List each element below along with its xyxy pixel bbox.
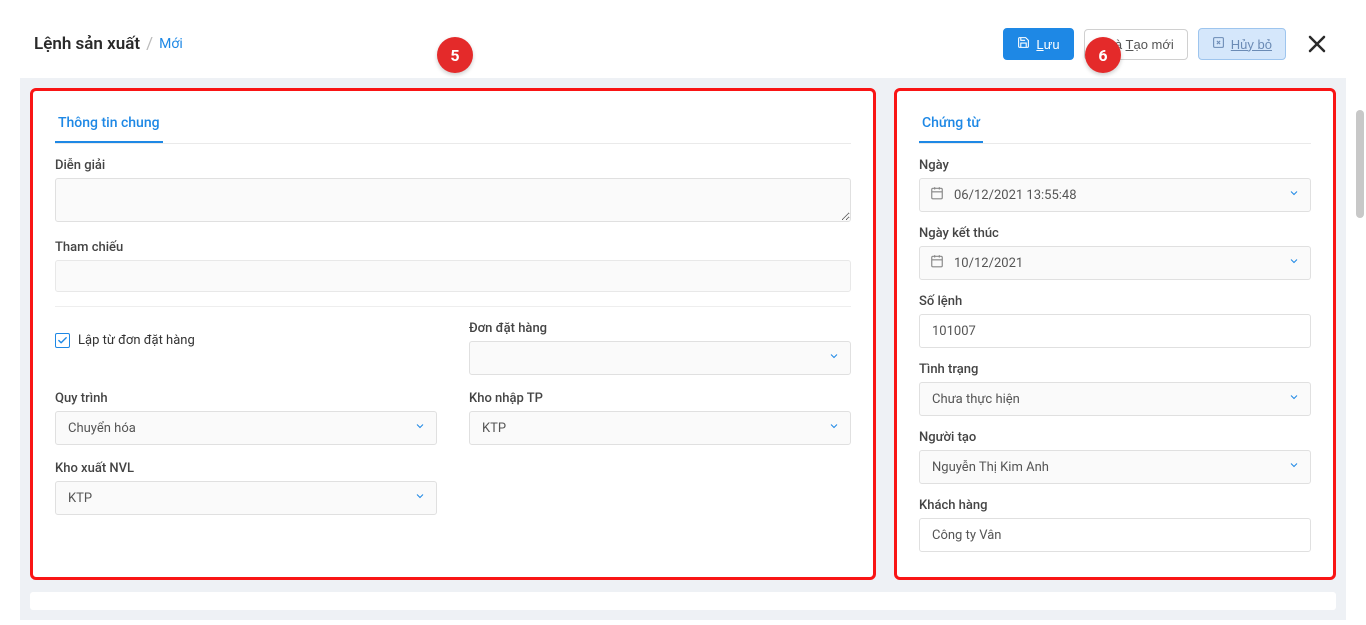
chevron-down-icon [414, 420, 426, 436]
chevron-down-icon [1288, 459, 1300, 475]
body: Thông tin chung Diễn giải Tham chiếu [20, 78, 1346, 620]
save-label: ưu [1044, 37, 1060, 52]
breadcrumb-current: Mới [159, 36, 183, 52]
field-reference: Tham chiếu [55, 240, 851, 292]
date-label: Ngày [919, 158, 1311, 173]
warehouse-out-label: Kho xuất NVL [55, 461, 437, 476]
chevron-down-icon [1288, 187, 1300, 203]
customer-input[interactable] [919, 518, 1311, 552]
header: Lệnh sản xuất / Mới Lưu u và Tạo mới Hủy… [0, 0, 1366, 78]
save-icon [1017, 36, 1030, 52]
chevron-down-icon [828, 420, 840, 436]
general-info-panel: Thông tin chung Diễn giải Tham chiếu [30, 88, 876, 580]
close-button[interactable] [1302, 29, 1332, 59]
cancel-label: Hủy bỏ [1231, 37, 1272, 52]
reference-label: Tham chiếu [55, 240, 851, 255]
chevron-down-icon [1288, 391, 1300, 407]
warehouse-out-select[interactable]: KTP [55, 481, 437, 515]
save-label-u: L [1036, 37, 1043, 52]
warehouse-out-value: KTP [68, 491, 92, 506]
breadcrumb-root[interactable]: Lệnh sản xuất [34, 34, 140, 54]
end-date-select[interactable]: 10/12/2021 [919, 246, 1311, 280]
divider [55, 306, 851, 307]
end-date-label: Ngày kết thúc [919, 226, 1311, 241]
warehouse-in-select[interactable]: KTP [469, 411, 851, 445]
date-select[interactable]: 06/12/2021 13:55:48 [919, 178, 1311, 212]
vertical-scrollbar[interactable] [1356, 110, 1364, 218]
reference-input[interactable] [55, 260, 851, 292]
description-input[interactable] [55, 178, 851, 222]
process-label: Quy trình [55, 391, 437, 406]
cancel-button[interactable]: Hủy bỏ [1198, 28, 1286, 60]
creator-value: Nguyễn Thị Kim Anh [932, 460, 1049, 475]
annotation-badge-6: 6 [1085, 37, 1121, 73]
calendar-icon [930, 254, 944, 272]
tab-document[interactable]: Chứng từ [919, 107, 983, 143]
field-description: Diễn giải [55, 158, 851, 226]
from-order-checkbox-row: Lập từ đơn đặt hàng [55, 323, 437, 357]
chevron-down-icon [828, 350, 840, 366]
process-value: Chuyển hóa [68, 421, 136, 436]
order-select[interactable] [469, 341, 851, 375]
status-label: Tình trạng [919, 362, 1311, 377]
order-label: Đơn đặt hàng [469, 321, 851, 336]
from-order-checkbox[interactable] [55, 333, 70, 348]
warehouse-in-label: Kho nhập TP [469, 391, 851, 406]
creator-select[interactable]: Nguyễn Thị Kim Anh [919, 450, 1311, 484]
order-no-label: Số lệnh [919, 294, 1311, 309]
date-value: 06/12/2021 13:55:48 [954, 188, 1077, 203]
customer-label: Khách hàng [919, 498, 1311, 513]
description-label: Diễn giải [55, 158, 851, 173]
from-order-label: Lập từ đơn đặt hàng [78, 333, 195, 348]
breadcrumb-sep: / [146, 34, 153, 54]
creator-label: Người tạo [919, 430, 1311, 445]
annotation-badge-5: 5 [437, 37, 473, 73]
status-select[interactable]: Chưa thực hiện [919, 382, 1311, 416]
chevron-down-icon [1288, 255, 1300, 271]
tab-general-info[interactable]: Thông tin chung [55, 107, 163, 143]
chevron-down-icon [414, 490, 426, 506]
cancel-icon [1212, 36, 1225, 52]
status-value: Chưa thực hiện [932, 392, 1020, 407]
end-date-value: 10/12/2021 [954, 256, 1023, 271]
breadcrumb: Lệnh sản xuất / Mới [34, 34, 183, 54]
document-panel: Chứng từ Ngày 06/12/2021 13:55:48 Ngày k… [894, 88, 1336, 580]
warehouse-in-value: KTP [482, 421, 506, 436]
footer-strip [30, 592, 1336, 610]
save-button[interactable]: Lưu [1003, 28, 1073, 60]
process-select[interactable]: Chuyển hóa [55, 411, 437, 445]
header-actions: Lưu u và Tạo mới Hủy bỏ [1003, 28, 1332, 60]
order-no-input[interactable] [919, 314, 1311, 348]
calendar-icon [930, 186, 944, 204]
